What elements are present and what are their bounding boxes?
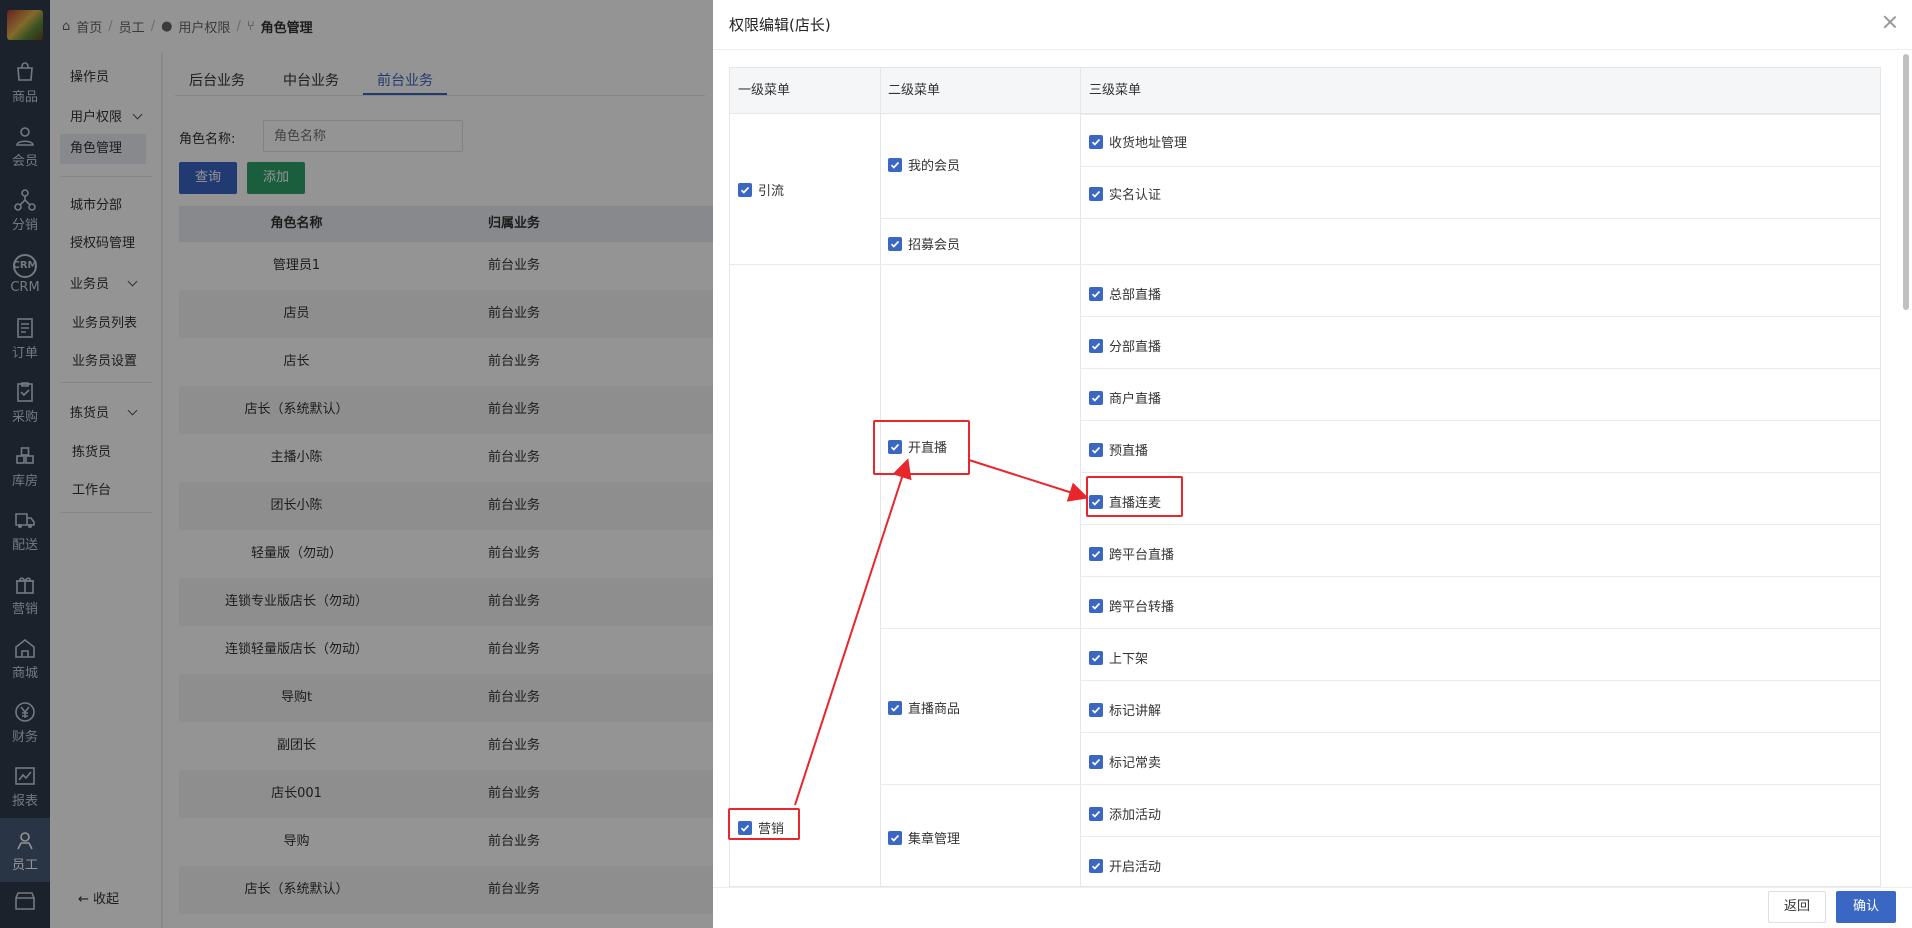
checkbox-level3[interactable]: 标记讲解 — [1089, 700, 1161, 719]
row-divider — [880, 264, 1080, 265]
checkbox-label: 跨平台转播 — [1109, 600, 1175, 615]
checkbox-checked-icon — [1089, 286, 1103, 301]
checkbox-checked-icon — [888, 830, 902, 845]
drawer-footer — [713, 887, 1912, 928]
permission-drawer: 权限编辑(店长) 一级菜单 二级菜单 三级菜单 引流 营销 我的会员 招募会员 开直播直… — [713, 0, 1912, 928]
checkbox-level3[interactable]: 跨平台直播 — [1089, 544, 1174, 563]
checkbox-level3[interactable]: 商户直播 — [1089, 388, 1161, 407]
checkbox-label: 招募会员 — [908, 238, 961, 253]
checkbox-level1[interactable]: 引流 — [738, 180, 784, 199]
row-divider — [1080, 524, 1880, 525]
row-divider — [1080, 628, 1880, 629]
checkbox-level2[interactable]: 我的会员 — [888, 155, 960, 174]
checkbox-label: 我的会员 — [908, 159, 961, 174]
checkbox-label: 直播商品 — [908, 702, 961, 717]
row-divider — [1080, 576, 1880, 577]
checkbox-checked-icon — [1089, 806, 1103, 821]
checkbox-checked-icon — [1089, 390, 1103, 405]
checkbox-level2[interactable]: 集章管理 — [888, 828, 960, 847]
checkbox-label: 引流 — [758, 184, 785, 199]
row-divider — [1080, 784, 1880, 785]
checkbox-label: 实名认证 — [1109, 188, 1162, 203]
checkbox-level3[interactable]: 跨平台转播 — [1089, 596, 1174, 615]
drawer-title: 权限编辑(店长) — [713, 0, 1912, 50]
confirm-button[interactable]: 确认 — [1836, 891, 1896, 923]
checkbox-checked-icon — [1089, 858, 1103, 873]
row-divider — [1080, 316, 1880, 317]
permission-table: 一级菜单 二级菜单 三级菜单 引流 营销 我的会员 招募会员 开直播 直播商品 集章管理 收货… — [729, 67, 1881, 887]
checkbox-checked-icon — [1089, 754, 1103, 769]
row-divider — [1080, 368, 1880, 369]
checkbox-label: 总部直播 — [1109, 288, 1162, 303]
scrollbar[interactable] — [1903, 54, 1909, 310]
checkbox-label: 商户直播 — [1109, 392, 1162, 407]
column-header-level1: 一级菜单 — [738, 83, 791, 98]
checkbox-level3[interactable]: 分部直播 — [1089, 336, 1161, 355]
checkbox-label: 跨平台直播 — [1109, 548, 1175, 563]
modal-mask[interactable] — [0, 0, 713, 928]
checkbox-level3[interactable]: 收货地址管理 — [1089, 132, 1187, 151]
checkbox-checked-icon — [1089, 546, 1103, 561]
checkbox-checked-icon — [1089, 338, 1103, 353]
row-divider — [1080, 264, 1880, 265]
row-divider — [730, 264, 880, 265]
back-button[interactable]: 返回 — [1768, 891, 1826, 923]
row-divider — [880, 784, 1080, 785]
annotation-box — [728, 808, 800, 840]
row-divider — [1080, 732, 1880, 733]
checkbox-level2[interactable]: 直播商品 — [888, 698, 960, 717]
checkbox-level3[interactable]: 标记常卖 — [1089, 752, 1161, 771]
checkbox-label: 分部直播 — [1109, 340, 1162, 355]
checkbox-checked-icon — [738, 182, 752, 197]
row-divider — [1080, 114, 1880, 115]
checkbox-label: 添加活动 — [1109, 808, 1162, 823]
checkbox-level3[interactable]: 预直播 — [1089, 440, 1148, 459]
checkbox-level3[interactable]: 总部直播 — [1089, 284, 1161, 303]
checkbox-checked-icon — [1089, 702, 1103, 717]
checkbox-label: 收货地址管理 — [1109, 136, 1188, 151]
checkbox-checked-icon — [1089, 442, 1103, 457]
column-header-level3: 三级菜单 — [1089, 83, 1142, 98]
checkbox-checked-icon — [1089, 134, 1103, 149]
checkbox-label: 开启活动 — [1109, 860, 1162, 875]
row-divider — [1080, 472, 1880, 473]
permission-header: 一级菜单 二级菜单 三级菜单 — [730, 68, 1880, 114]
checkbox-level3[interactable]: 添加活动 — [1089, 804, 1161, 823]
checkbox-label: 预直播 — [1109, 444, 1149, 459]
checkbox-level3[interactable]: 实名认证 — [1089, 184, 1161, 203]
column-header-level2: 二级菜单 — [888, 83, 941, 98]
checkbox-checked-icon — [1089, 650, 1103, 665]
checkbox-label: 标记讲解 — [1109, 704, 1162, 719]
checkbox-level2[interactable]: 招募会员 — [888, 234, 960, 253]
checkbox-checked-icon — [888, 236, 902, 251]
row-divider — [1080, 836, 1880, 837]
checkbox-checked-icon — [888, 157, 902, 172]
checkbox-checked-icon — [888, 700, 902, 715]
row-divider — [1080, 218, 1880, 219]
row-divider — [1080, 420, 1880, 421]
checkbox-label: 集章管理 — [908, 832, 961, 847]
checkbox-checked-icon — [1089, 598, 1103, 613]
checkbox-checked-icon — [1089, 186, 1103, 201]
checkbox-label: 上下架 — [1109, 652, 1149, 667]
checkbox-level3[interactable]: 上下架 — [1089, 648, 1148, 667]
row-divider — [1080, 680, 1880, 681]
row-divider — [1080, 166, 1880, 167]
annotation-box — [1086, 476, 1183, 517]
row-divider — [880, 628, 1080, 629]
annotation-box — [873, 420, 970, 475]
row-divider — [880, 218, 1080, 219]
close-icon[interactable] — [1882, 14, 1898, 30]
checkbox-label: 标记常卖 — [1109, 756, 1162, 771]
checkbox-level3[interactable]: 开启活动 — [1089, 856, 1161, 875]
